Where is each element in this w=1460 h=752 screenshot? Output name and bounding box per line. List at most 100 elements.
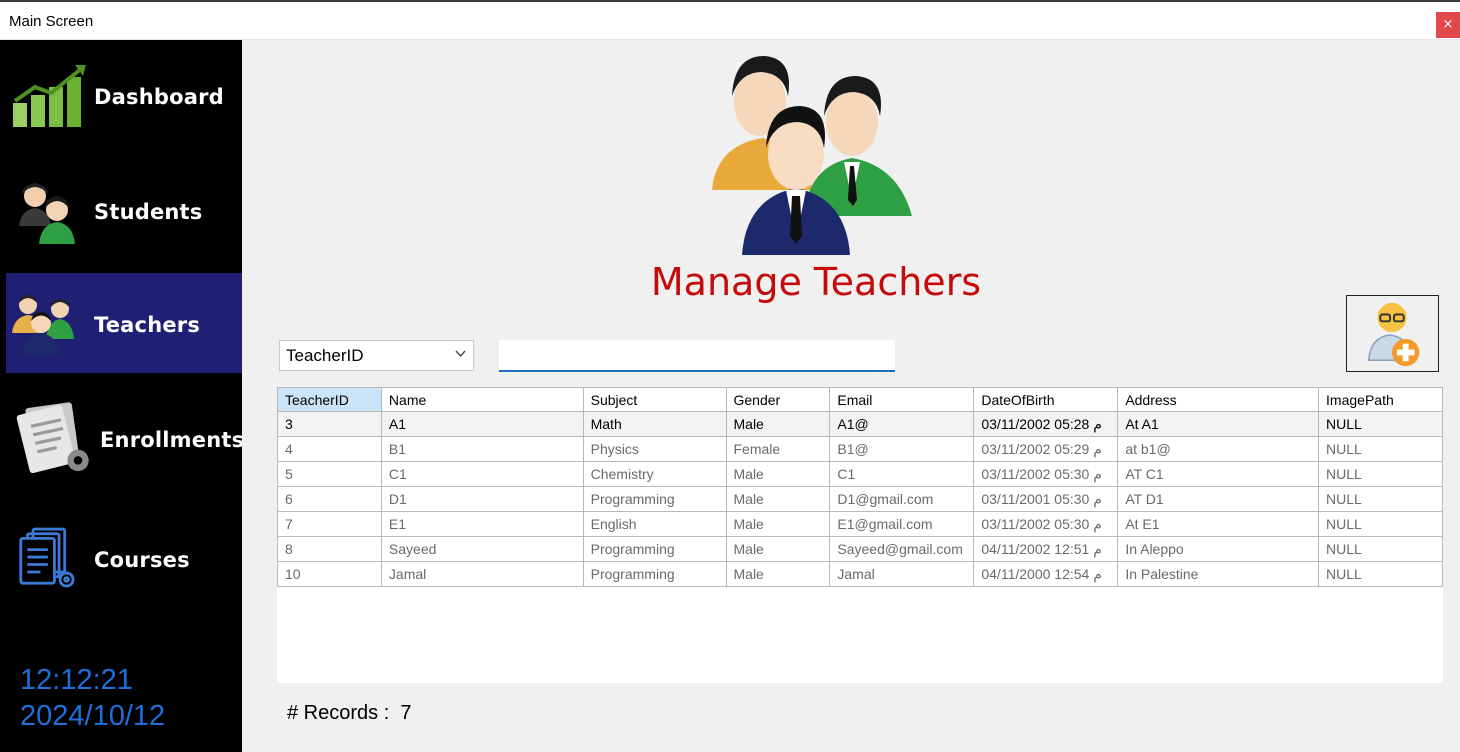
chart-growth-icon: [13, 65, 86, 127]
column-header[interactable]: DateOfBirth: [973, 387, 1119, 412]
table-row[interactable]: 10 Jamal Programming Male Jamal 04/11/20…: [277, 561, 1443, 587]
sidebar-item-label: Dashboard: [94, 85, 224, 109]
sidebar-item-teachers[interactable]: Teachers: [6, 273, 242, 373]
table-cell[interactable]: In Palestine: [1117, 561, 1320, 587]
table-cell[interactable]: A1: [380, 411, 584, 437]
table-cell[interactable]: E1: [380, 511, 584, 537]
table-cell[interactable]: 04/11/2002 12:51 م: [973, 536, 1119, 562]
page-title: Manage Teachers: [650, 260, 982, 304]
table-cell[interactable]: C1: [829, 461, 975, 487]
teachers-icon: [12, 295, 74, 355]
table-cell[interactable]: Male: [725, 561, 831, 587]
filter-selected-value: TeacherID: [286, 346, 364, 365]
sidebar-item-label: Enrollments: [100, 428, 245, 452]
table-cell[interactable]: NULL: [1318, 411, 1443, 437]
records-label: # Records :: [287, 702, 390, 724]
table-cell[interactable]: Sayeed: [380, 536, 584, 562]
table-cell[interactable]: NULL: [1318, 536, 1443, 562]
table-cell[interactable]: At E1: [1117, 511, 1320, 537]
column-header[interactable]: Subject: [582, 387, 727, 412]
table-cell[interactable]: Math: [582, 411, 727, 437]
column-header[interactable]: Name: [380, 387, 584, 412]
table-cell[interactable]: At A1: [1117, 411, 1320, 437]
table-cell[interactable]: AT D1: [1117, 486, 1320, 512]
table-cell[interactable]: 5: [277, 461, 382, 487]
table-cell[interactable]: 03/11/2001 05:30 م: [973, 486, 1119, 512]
clock-time: 12:12:21: [20, 664, 133, 696]
table-cell[interactable]: Jamal: [829, 561, 975, 587]
table-cell[interactable]: NULL: [1318, 561, 1443, 587]
add-teacher-button[interactable]: [1346, 295, 1439, 372]
table-cell[interactable]: Male: [725, 486, 831, 512]
table-cell[interactable]: 7: [277, 511, 382, 537]
table-cell[interactable]: 03/11/2002 05:30 م: [973, 511, 1119, 537]
column-header[interactable]: Email: [829, 387, 975, 412]
table-cell[interactable]: Programming: [582, 561, 727, 587]
table-cell[interactable]: NULL: [1318, 511, 1443, 537]
search-input[interactable]: [499, 340, 895, 372]
table-cell[interactable]: NULL: [1318, 461, 1443, 487]
sidebar: Dashboard Students Teachers Enrollments …: [0, 40, 245, 752]
records-count: # Records : 7: [287, 702, 412, 725]
sidebar-item-dashboard[interactable]: Dashboard: [6, 45, 242, 145]
table-cell[interactable]: D1@gmail.com: [829, 486, 975, 512]
table-cell[interactable]: 03/11/2002 05:29 م: [973, 436, 1119, 462]
table-row[interactable]: 3 A1 Math Male A1@ 03/11/2002 05:28 م At…: [277, 411, 1443, 437]
table-cell[interactable]: at b1@: [1117, 436, 1320, 462]
sidebar-item-enrollments[interactable]: Enrollments: [6, 388, 245, 488]
table-cell[interactable]: B1@: [829, 436, 975, 462]
sidebar-item-label: Teachers: [94, 313, 201, 337]
sidebar-item-students[interactable]: Students: [6, 160, 242, 260]
table-row[interactable]: 5 C1 Chemistry Male C1 03/11/2002 05:30 …: [277, 461, 1443, 487]
title-bar: Main Screen ×: [0, 0, 1460, 40]
table-cell[interactable]: Male: [725, 536, 831, 562]
students-icon: [19, 183, 75, 244]
table-cell[interactable]: In Aleppo: [1117, 536, 1320, 562]
table-cell[interactable]: 4: [277, 436, 382, 462]
table-cell[interactable]: A1@: [829, 411, 975, 437]
enrollment-documents-icon: [16, 402, 89, 474]
main-content: Manage Teachers TeacherID TeacherID Name…: [242, 40, 1460, 752]
table-cell[interactable]: Male: [725, 511, 831, 537]
table-cell[interactable]: Physics: [582, 436, 727, 462]
table-cell[interactable]: 10: [277, 561, 382, 587]
add-teacher-icon: [1367, 302, 1420, 367]
table-cell[interactable]: NULL: [1318, 486, 1443, 512]
sidebar-item-label: Courses: [94, 548, 190, 572]
table-cell[interactable]: NULL: [1318, 436, 1443, 462]
close-button[interactable]: ×: [1436, 12, 1460, 38]
table-row[interactable]: 8 Sayeed Programming Male Sayeed@gmail.c…: [277, 536, 1443, 562]
table-cell[interactable]: 8: [277, 536, 382, 562]
sidebar-item-courses[interactable]: Courses: [6, 508, 242, 608]
table-row[interactable]: 7 E1 English Male E1@gmail.com 03/11/200…: [277, 511, 1443, 537]
table-row[interactable]: 4 B1 Physics Female B1@ 03/11/2002 05:29…: [277, 436, 1443, 462]
table-cell[interactable]: Chemistry: [582, 461, 727, 487]
column-header[interactable]: Gender: [725, 387, 831, 412]
table-cell[interactable]: Programming: [582, 486, 727, 512]
table-cell[interactable]: 04/11/2000 12:54 م: [973, 561, 1119, 587]
table-cell[interactable]: C1: [380, 461, 584, 487]
clock-date: 2024/10/12: [20, 700, 166, 732]
table-cell[interactable]: B1: [380, 436, 584, 462]
filter-column-dropdown[interactable]: TeacherID: [279, 340, 474, 371]
table-cell[interactable]: 03/11/2002 05:28 م: [973, 411, 1119, 437]
column-header[interactable]: Address: [1117, 387, 1320, 412]
teachers-table[interactable]: TeacherID Name Subject Gender Email Date…: [277, 387, 1443, 683]
table-cell[interactable]: E1@gmail.com: [829, 511, 975, 537]
table-cell[interactable]: Jamal: [380, 561, 584, 587]
table-cell[interactable]: Male: [725, 461, 831, 487]
table-cell[interactable]: 03/11/2002 05:30 م: [973, 461, 1119, 487]
table-cell[interactable]: 6: [277, 486, 382, 512]
table-cell[interactable]: Female: [725, 436, 831, 462]
table-cell[interactable]: Sayeed@gmail.com: [829, 536, 975, 562]
table-cell[interactable]: English: [582, 511, 727, 537]
table-cell[interactable]: D1: [380, 486, 584, 512]
table-row[interactable]: 6 D1 Programming Male D1@gmail.com 03/11…: [277, 486, 1443, 512]
table-cell[interactable]: Programming: [582, 536, 727, 562]
column-header[interactable]: TeacherID: [277, 387, 382, 412]
table-cell[interactable]: 3: [277, 411, 382, 437]
table-cell[interactable]: AT C1: [1117, 461, 1320, 487]
column-header[interactable]: ImagePath: [1318, 387, 1443, 412]
chevron-down-icon: [455, 350, 466, 358]
table-cell[interactable]: Male: [725, 411, 831, 437]
